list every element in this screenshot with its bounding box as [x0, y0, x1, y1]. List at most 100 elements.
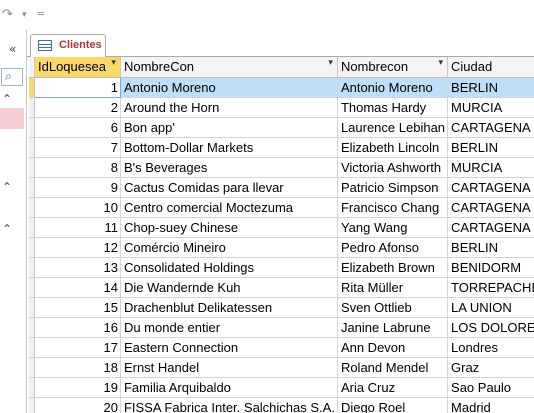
table-cell[interactable]: BERLIN [447, 237, 534, 258]
table-cell[interactable]: Madrid [447, 397, 534, 413]
table-cell[interactable]: MURCIA [447, 157, 534, 178]
table-cell[interactable]: Chop-suey Chinese [120, 217, 338, 238]
table-cell[interactable]: Consolidated Holdings [120, 257, 338, 278]
table-cell[interactable]: CARTAGENA [447, 197, 534, 218]
table-cell[interactable]: 17 [34, 337, 121, 358]
table-cell[interactable]: Thomas Hardy [337, 97, 449, 118]
table-cell[interactable]: CARTAGENA [447, 117, 534, 138]
table-cell[interactable]: Patricio Simpson [337, 177, 449, 198]
table-row[interactable]: 9 Cactus Comidas para llevar Patricio Simp… [29, 177, 534, 198]
table-cell[interactable]: FISSA Fabrica Inter. Salchichas S.A. [120, 397, 338, 413]
table-cell[interactable]: MURCIA [447, 97, 534, 118]
table-cell[interactable]: Antonio Moreno [337, 77, 449, 98]
table-cell[interactable]: Cactus Comidas para llevar [120, 177, 338, 198]
table-cell[interactable]: 1 [34, 76, 121, 98]
table-row[interactable]: 13 Consolidated Holdings Elizabeth Brown BE… [29, 257, 534, 278]
table-cell[interactable]: Eastern Connection [120, 337, 338, 358]
chevron-up-icon[interactable]: ⌃ [2, 92, 12, 106]
table-cell[interactable]: BERLIN [447, 77, 534, 98]
table-cell[interactable]: 10 [34, 197, 121, 218]
table-cell[interactable]: 9 [34, 177, 121, 198]
table-cell[interactable]: Roland Mendel [337, 357, 449, 378]
table-cell[interactable]: 19 [34, 377, 121, 398]
table-cell[interactable]: Die Wandernde Kuh [120, 277, 338, 298]
table-cell[interactable]: Elizabeth Lincoln [337, 137, 449, 158]
collapse-nav-icon[interactable]: « [9, 42, 16, 56]
table-row[interactable]: 14Die Wandernde KuhRita MüllerTORREPACHE… [29, 277, 534, 298]
table-cell[interactable]: BERLIN [447, 137, 534, 158]
table-row[interactable]: 8B's BeveragesVictoria AshworthMURCIARei… [29, 157, 534, 178]
table-row[interactable]: 12Comércio MineiroPedro AfonsoBERLINBras… [29, 237, 534, 258]
table-cell[interactable]: Victoria Ashworth [337, 157, 449, 178]
table-cell[interactable]: 18 [34, 357, 121, 378]
table-row[interactable]: 20 FISSA Fabrica Inter. Salchichas S.A. Di… [29, 397, 534, 413]
table-cell[interactable]: Ernst Handel [120, 357, 338, 378]
table-cell[interactable]: CARTAGENA [447, 217, 534, 238]
table-cell[interactable]: 20 [34, 397, 121, 413]
table-cell[interactable]: 7 [34, 137, 121, 158]
table-cell[interactable]: Bottom-Dollar Markets [120, 137, 338, 158]
table-cell[interactable]: Laurence Lebihan [337, 117, 449, 138]
table-cell[interactable]: Janine Labrune [337, 317, 449, 338]
table-row[interactable]: 6Bon app'Laurence LebihanCARTAGENAFranci… [29, 117, 534, 138]
table-cell[interactable]: 13 [34, 257, 121, 278]
table-cell[interactable]: Du monde entier [120, 317, 338, 338]
table-cell[interactable]: Antonio Moreno [120, 77, 338, 98]
table-cell[interactable]: Diego Roel [337, 397, 449, 413]
table-cell[interactable]: Pedro Afonso [337, 237, 449, 258]
customize-toolbar-icon[interactable]: ═ [38, 6, 44, 24]
chevron-up-icon[interactable]: ⌃ [2, 180, 12, 194]
table-cell[interactable]: Yang Wang [337, 217, 449, 238]
table-cell[interactable]: Around the Horn [120, 97, 338, 118]
table-row[interactable]: 19Familia ArquibaldoAria CruzSao PauloBr… [29, 377, 534, 398]
table-row[interactable]: 11Chop-suey ChineseYang WangCARTAGENASui… [29, 217, 534, 238]
table-row[interactable]: 18Ernst HandelRoland MendelGrazAustria [29, 357, 534, 378]
table-cell[interactable]: 12 [34, 237, 121, 258]
table-cell[interactable]: Comércio Mineiro [120, 237, 338, 258]
table-cell[interactable]: BENIDORM [447, 257, 534, 278]
redo-dropdown-icon[interactable]: ▾ [22, 6, 27, 24]
tab-clientes[interactable]: Clientes [30, 34, 106, 57]
nav-search-box[interactable]: ⌕ [1, 68, 23, 86]
table-row[interactable]: 7 Bottom-Dollar Markets Elizabeth Lincoln B… [29, 137, 534, 158]
table-cell[interactable]: 15 [34, 297, 121, 318]
table-cell[interactable]: Bon app' [120, 117, 338, 138]
table-cell[interactable]: Elizabeth Brown [337, 257, 449, 278]
table-cell[interactable]: Centro comercial Moctezuma [120, 197, 338, 218]
column-header[interactable]: NombreCon ▾ [120, 57, 338, 78]
chevron-up-icon[interactable]: ⌃ [2, 222, 12, 236]
column-filter-arrow-icon[interactable]: ▾ [111, 58, 116, 68]
table-row[interactable]: 17Eastern ConnectionAnn DevonLondresRein… [29, 337, 534, 358]
table-cell[interactable]: Graz [447, 357, 534, 378]
table-cell[interactable]: 8 [34, 157, 121, 178]
nav-selected-item[interactable] [0, 108, 24, 129]
table-row[interactable]: 16 Du monde entier Janine Labrune LOS DOLOR… [29, 317, 534, 338]
column-filter-arrow-icon[interactable]: ▾ [328, 58, 333, 68]
table-cell[interactable]: Sven Ottlieb [337, 297, 449, 318]
table-cell[interactable]: Familia Arquibaldo [120, 377, 338, 398]
table-cell[interactable]: 14 [34, 277, 121, 298]
table-cell[interactable]: 11 [34, 217, 121, 238]
table-cell[interactable]: Rita Müller [337, 277, 449, 298]
table-cell[interactable]: CARTAGENA [447, 177, 534, 198]
table-row[interactable]: 10 Centro comercial Moctezuma Francisco Ch… [29, 197, 534, 218]
column-header[interactable]: Nombrecon ▾ [337, 57, 449, 78]
table-cell[interactable]: 6 [34, 117, 121, 138]
table-cell[interactable]: TORREPACHECO [447, 277, 534, 298]
table-row[interactable]: 2Around the HornThomas HardyMURCIAReino … [29, 97, 534, 118]
table-cell[interactable]: LOS DOLORES [447, 317, 534, 338]
table-cell[interactable]: Sao Paulo [447, 377, 534, 398]
table-row[interactable]: 1Antonio MorenoAntonio MorenoBERLINMéxic… [29, 76, 534, 98]
table-cell[interactable]: Ann Devon [337, 337, 449, 358]
table-cell[interactable]: Aria Cruz [337, 377, 449, 398]
table-cell[interactable]: B's Beverages [120, 157, 338, 178]
table-row[interactable]: 15 Drachenblut Delikatessen Sven Ottlieb LA… [29, 297, 534, 318]
table-cell[interactable]: 2 [34, 97, 121, 118]
table-cell[interactable]: LA UNION [447, 297, 534, 318]
column-header[interactable]: IdLoquesea ▾ [34, 57, 121, 78]
redo-icon[interactable]: ↷ [2, 6, 13, 24]
table-cell[interactable]: Francisco Chang [337, 197, 449, 218]
column-header[interactable]: Ciudad▾ [447, 57, 534, 78]
column-filter-arrow-icon[interactable]: ▾ [439, 58, 444, 68]
table-cell[interactable]: Londres [447, 337, 534, 358]
